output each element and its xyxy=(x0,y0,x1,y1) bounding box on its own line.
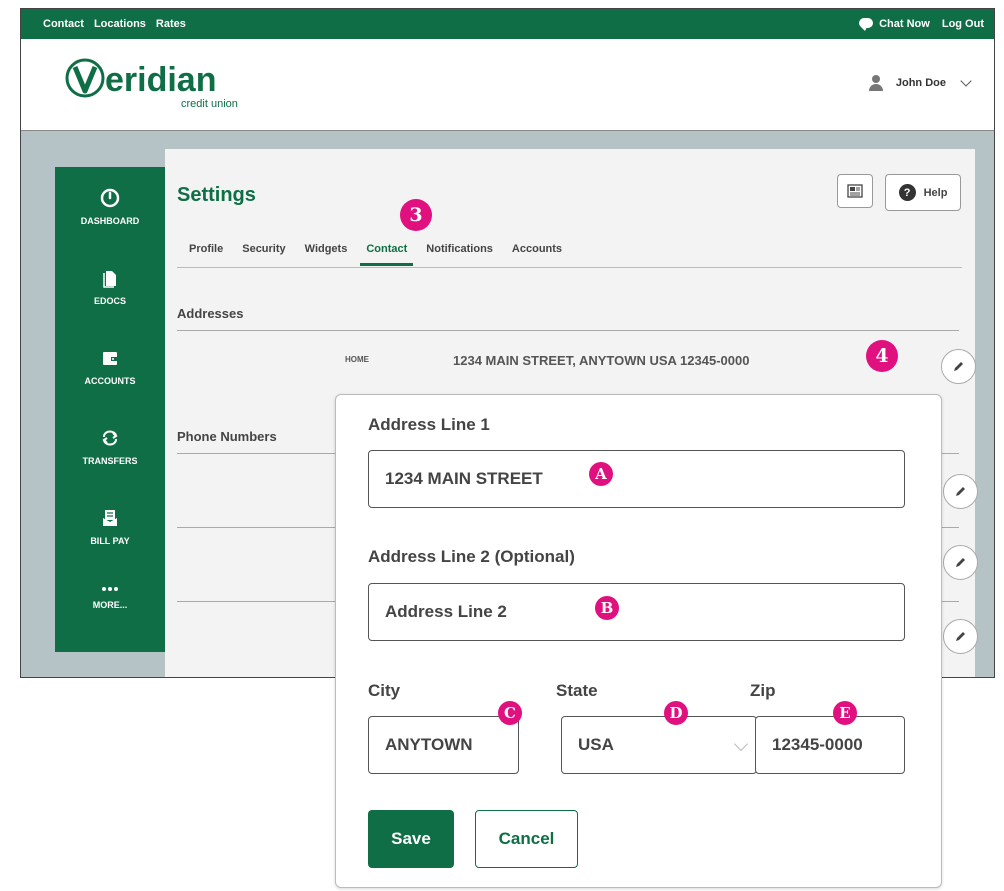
nav-dashboard-label: DASHBOARD xyxy=(80,216,140,226)
nav-accounts[interactable]: ACCOUNTS xyxy=(55,327,165,407)
address-type: HOME xyxy=(345,355,369,364)
edit-phone-button-2[interactable] xyxy=(943,545,978,580)
tab-security[interactable]: Security xyxy=(242,243,285,266)
callout-b: B xyxy=(595,596,619,620)
edit-address-button[interactable] xyxy=(941,349,976,384)
question-icon: ? xyxy=(898,184,916,201)
edit-phone-button-1[interactable] xyxy=(943,474,978,509)
state-value: USA xyxy=(578,735,614,754)
address-line2-input[interactable]: Address Line 2 xyxy=(368,583,905,641)
side-nav: DASHBOARD EDOCS ACCOUNTS TRANSFERS BILL … xyxy=(55,167,165,652)
zip-input[interactable]: 12345-0000 xyxy=(755,716,905,774)
more-icon xyxy=(102,587,118,591)
state-select[interactable]: USA xyxy=(561,716,757,774)
address-line1-value: 1234 MAIN STREET xyxy=(385,469,543,488)
pencil-icon xyxy=(954,362,963,371)
print-button[interactable] xyxy=(837,174,873,208)
callout-3: 3 xyxy=(400,199,432,231)
user-menu[interactable]: John Doe xyxy=(868,75,972,91)
callout-d: D xyxy=(664,701,688,725)
logout-link[interactable]: Log Out xyxy=(942,18,984,30)
edit-phone-button-3[interactable] xyxy=(943,619,978,654)
chevron-down-icon xyxy=(960,75,972,87)
dashboard-icon xyxy=(100,188,120,208)
city-input[interactable]: ANYTOWN xyxy=(368,716,519,774)
document-icon xyxy=(103,271,116,288)
state-label: State xyxy=(556,681,598,700)
logo-subtext: credit union xyxy=(181,98,238,110)
header: eridian credit union John Doe xyxy=(21,39,994,131)
chevron-down-icon xyxy=(733,736,749,752)
tabs-divider xyxy=(177,267,962,268)
transfer-icon xyxy=(102,430,118,446)
pencil-icon xyxy=(956,558,965,567)
chat-now-label: Chat Now xyxy=(879,18,930,30)
address-line1-label: Address Line 1 xyxy=(368,415,490,434)
top-links: Contact Locations Rates xyxy=(43,18,186,30)
tab-profile[interactable]: Profile xyxy=(189,243,223,266)
phone-numbers-heading: Phone Numbers xyxy=(177,429,277,444)
pencil-icon xyxy=(956,487,965,496)
address-line1-input[interactable]: 1234 MAIN STREET xyxy=(368,450,905,508)
page-title: Settings xyxy=(177,184,256,206)
chat-icon xyxy=(859,18,874,31)
save-button[interactable]: Save xyxy=(368,810,454,868)
help-button[interactable]: ? Help xyxy=(885,174,961,211)
nav-bill-pay[interactable]: BILL PAY xyxy=(55,487,165,567)
veridian-logo[interactable]: eridian credit union xyxy=(63,53,243,115)
locations-link[interactable]: Locations xyxy=(94,18,146,30)
callout-4: 4 xyxy=(866,340,898,372)
address-value: 1234 MAIN STREET, ANYTOWN USA 12345-0000 xyxy=(453,353,750,368)
callout-e: E xyxy=(833,701,857,725)
top-bar: Contact Locations Rates Chat Now Log Out xyxy=(21,9,994,39)
wallet-icon xyxy=(103,352,117,365)
city-value: ANYTOWN xyxy=(385,735,473,754)
bill-pay-icon xyxy=(103,510,117,526)
nav-more-label: MORE... xyxy=(92,600,128,610)
nav-more[interactable]: MORE... xyxy=(55,567,165,629)
cancel-button[interactable]: Cancel xyxy=(475,810,578,868)
nav-transfers-label: TRANSFERS xyxy=(82,456,138,466)
settings-tabs: Profile Security Widgets Contact Notific… xyxy=(189,243,581,266)
callout-c: C xyxy=(498,701,522,725)
user-icon xyxy=(868,75,884,91)
tab-contact[interactable]: Contact xyxy=(360,243,414,266)
zip-label: Zip xyxy=(750,681,776,700)
pencil-icon xyxy=(956,632,965,641)
user-name: John Doe xyxy=(895,77,946,89)
tab-accounts[interactable]: Accounts xyxy=(512,243,562,266)
addresses-divider xyxy=(177,330,959,331)
zip-value: 12345-0000 xyxy=(772,735,863,754)
tab-notifications[interactable]: Notifications xyxy=(426,243,493,266)
callout-a: A xyxy=(589,462,613,486)
edit-address-card: Address Line 1 1234 MAIN STREET Address … xyxy=(335,394,942,888)
nav-edocs[interactable]: EDOCS xyxy=(55,247,165,327)
nav-bill-pay-label: BILL PAY xyxy=(90,536,130,546)
help-label: Help xyxy=(923,186,948,199)
address-line2-placeholder: Address Line 2 xyxy=(385,602,507,621)
newspaper-icon xyxy=(847,184,863,198)
address-line2-label: Address Line 2 (Optional) xyxy=(368,547,575,566)
tab-widgets[interactable]: Widgets xyxy=(305,243,348,266)
chat-now-link[interactable]: Chat Now xyxy=(859,17,930,31)
nav-dashboard[interactable]: DASHBOARD xyxy=(55,167,165,247)
nav-transfers[interactable]: TRANSFERS xyxy=(55,407,165,487)
rates-link[interactable]: Rates xyxy=(156,18,186,30)
nav-edocs-label: EDOCS xyxy=(93,296,126,306)
city-label: City xyxy=(368,681,401,700)
nav-accounts-label: ACCOUNTS xyxy=(84,376,136,386)
contact-link[interactable]: Contact xyxy=(43,18,84,30)
svg-text:eridian: eridian xyxy=(105,61,216,99)
addresses-heading: Addresses xyxy=(177,306,244,321)
